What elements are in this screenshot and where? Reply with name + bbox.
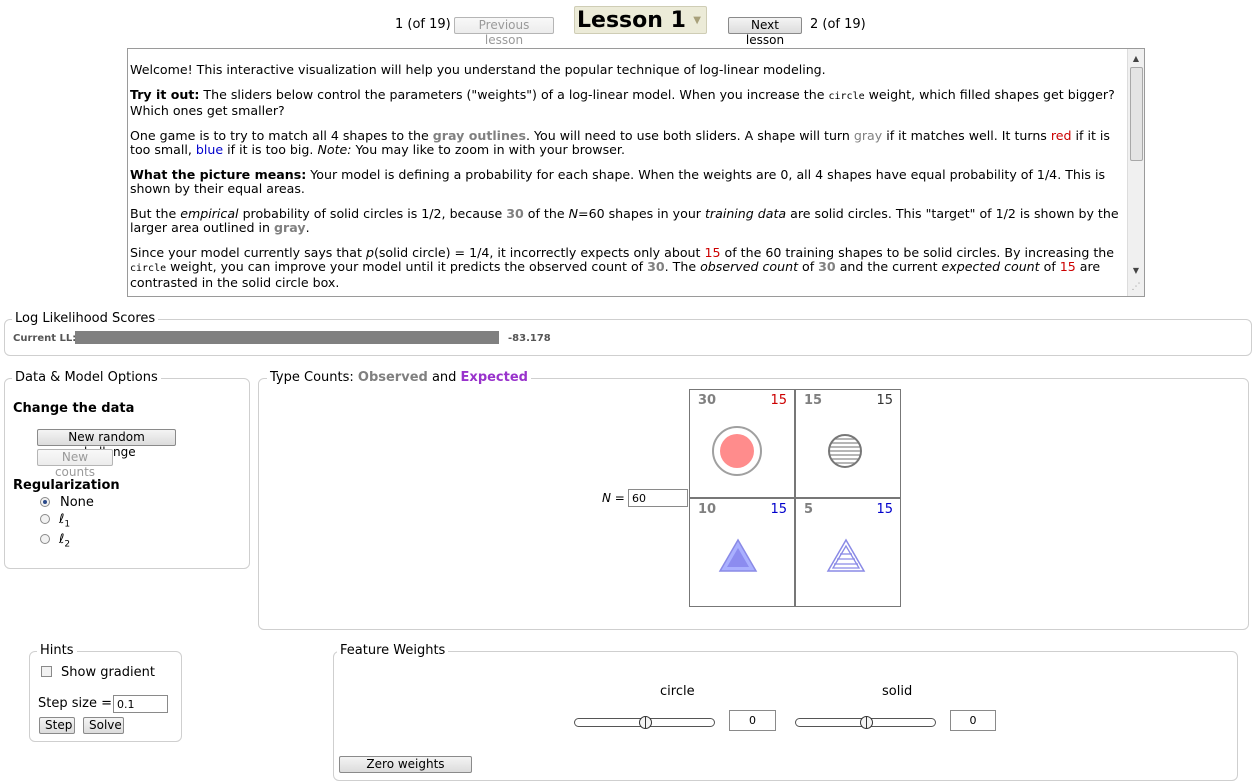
prev-page-indicator: 1 (of 19) [395,17,451,32]
cell-striped-triangle: 5 15 [795,498,901,607]
hints-legend: Hints [37,644,77,658]
options-legend: Data & Model Options [12,371,161,385]
step-size-input[interactable] [113,695,168,713]
intro-try: Try it out: The sliders below control th… [130,87,1115,118]
circle-weight-input[interactable] [729,710,776,731]
intro-game: One game is to try to match all 4 shapes… [130,128,1110,157]
lesson-title: Lesson 1 [577,8,686,33]
scroll-up-icon[interactable]: ▲ [1128,51,1144,67]
intro-panel[interactable]: Welcome! This interactive visualization … [127,48,1145,297]
next-page-indicator: 2 (of 19) [810,17,866,32]
current-ll-bar [75,331,499,344]
resize-grip-icon[interactable]: ⋰ [1128,279,1144,295]
circle-weight-label: circle [660,684,695,699]
show-gradient-label: Show gradient [61,665,155,680]
n-label: N = [602,491,625,505]
solid-circle-icon [712,426,762,476]
step-button[interactable]: Step [39,717,75,734]
reg-l1-label: ℓ1 [59,512,71,530]
intro-empirical: But the empirical probability of solid c… [130,206,1119,235]
solid-triangle-icon [718,538,758,572]
type-counts-legend: Type Counts: Observed and Expected [267,371,531,385]
chevron-down-icon: ▼ [693,15,701,26]
reg-none-radio[interactable] [40,497,50,507]
reg-l1-radio[interactable] [40,514,50,524]
current-ll-label: Current LL: [13,333,77,344]
n-input[interactable] [628,489,688,507]
show-gradient-checkbox[interactable] [41,666,52,677]
cell-solid-circle: 30 15 [689,389,795,498]
reg-none-label: None [60,495,94,510]
reg-l2-radio[interactable] [40,534,50,544]
zero-weights-button[interactable]: Zero weights [339,756,472,773]
intro-text: Welcome! This interactive visualization … [130,62,1125,296]
intro-scrollbar[interactable]: ▲ ▼ ⋰ [1127,49,1144,296]
change-data-heading: Change the data [13,401,135,416]
cell-striped-circle: 15 15 [795,389,901,498]
solid-slider-handle[interactable] [860,716,873,729]
scroll-thumb[interactable] [1130,67,1143,161]
step-size-label: Step size = [38,696,112,711]
current-ll-value: -83.178 [508,333,551,344]
intro-picture: What the picture means: Your model is de… [130,167,1106,196]
feature-weights-legend: Feature Weights [337,644,449,658]
lesson-select[interactable]: Lesson 1 ▼ [574,6,707,34]
previous-lesson-button[interactable]: Previous lesson [454,17,554,47]
regularization-heading: Regularization [13,478,120,493]
cell-solid-triangle: 10 15 [689,498,795,607]
new-counts-button[interactable]: New counts [37,449,113,479]
solid-weight-label: solid [882,684,913,699]
striped-triangle-icon [826,538,866,572]
striped-circle-icon [828,434,862,468]
solid-weight-input[interactable] [950,710,996,731]
scroll-down-icon[interactable]: ▼ [1128,263,1144,279]
reg-l2-label: ℓ2 [59,532,71,550]
circle-slider-handle[interactable] [639,716,652,729]
ll-legend: Log Likelihood Scores [12,312,159,326]
solve-button[interactable]: Solve [83,717,124,734]
intro-welcome: Welcome! This interactive visualization … [130,62,826,77]
intro-since: Since your model currently says that p(s… [130,245,1115,290]
next-lesson-button[interactable]: Next lesson [728,17,802,47]
new-random-challenge-button[interactable]: New random challenge [37,429,176,459]
